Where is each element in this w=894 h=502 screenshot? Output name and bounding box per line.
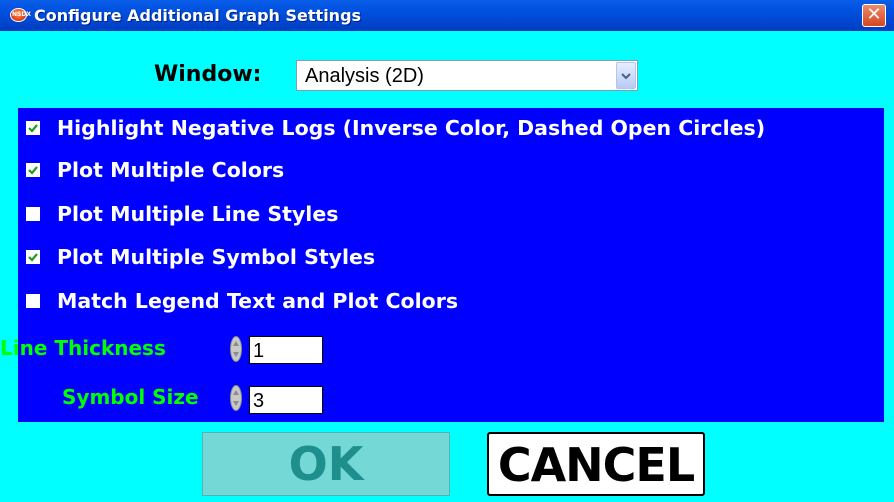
checkmark-icon [28,124,38,133]
symbol-size-spinner-icon[interactable] [230,385,242,411]
checkmark-icon [28,253,38,262]
checkbox[interactable] [26,121,40,135]
symbol-size-label: Symbol Size [62,385,199,409]
option-label: Plot Multiple Colors [57,158,285,182]
ok-button[interactable]: OK [202,432,450,496]
dropdown-button[interactable] [616,62,636,89]
option-label: Plot Multiple Symbol Styles [57,245,376,269]
checkbox[interactable] [26,163,40,177]
checkbox[interactable] [26,250,40,264]
option-label: Plot Multiple Line Styles [57,202,339,226]
title-bar[interactable]: NSDX Configure Additional Graph Settings… [0,0,894,31]
close-button[interactable]: ✕ [862,4,886,27]
window-title: Configure Additional Graph Settings [34,6,362,25]
cancel-button[interactable]: CANCEL [487,432,705,496]
line-thickness-input[interactable]: 1 [249,336,323,364]
checkmark-icon [28,166,38,175]
checkbox[interactable] [26,294,40,308]
symbol-size-input[interactable]: 3 [249,386,323,414]
chevron-down-icon [621,73,631,80]
line-thickness-spinner-icon[interactable] [230,336,242,362]
checkbox[interactable] [26,207,40,221]
option-label: Match Legend Text and Plot Colors [57,289,459,313]
options-panel: Highlight Negative Logs (Inverse Color, … [0,108,884,422]
window-select[interactable]: Analysis (2D) [296,60,638,91]
line-thickness-label: Line Thickness [0,336,166,360]
window-label: Window: [154,62,262,87]
option-label: Highlight Negative Logs (Inverse Color, … [57,116,766,140]
window-select-value: Analysis (2D) [305,65,424,87]
app-logo-icon: NSDX [10,8,31,22]
